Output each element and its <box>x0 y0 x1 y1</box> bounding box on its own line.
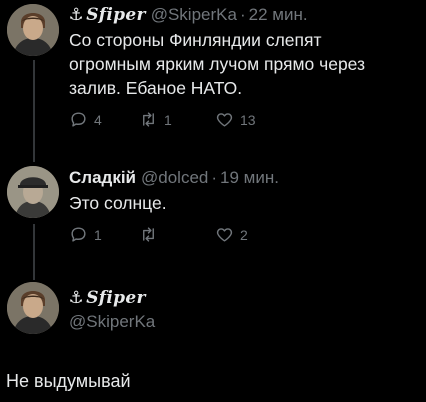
avatar[interactable] <box>7 4 59 56</box>
anchor-icon: ⚓ <box>69 5 84 25</box>
separator-dot: · <box>239 5 246 24</box>
retweet-icon <box>143 112 154 127</box>
display-name: Sfiper <box>86 288 146 308</box>
like-button[interactable]: 13 <box>215 110 256 129</box>
author-handle[interactable]: @SkiperKa <box>151 4 237 26</box>
reply-button[interactable]: 4 <box>69 110 139 129</box>
author-handle[interactable]: @dolced <box>141 167 208 189</box>
reply-text: Не выдумывай <box>6 371 131 391</box>
retweet-button[interactable]: 1 <box>139 110 215 129</box>
action-bar: 4 1 13 <box>69 110 422 129</box>
reply-icon <box>71 112 86 127</box>
like-button[interactable]: 2 <box>215 225 248 244</box>
timestamp[interactable]: 19 мин. <box>220 167 279 189</box>
tweet-header: ⚓ Sfiper @SkiperKa · 22 мин. <box>69 4 422 26</box>
thread-line-1 <box>33 60 35 162</box>
display-name: Sfiper <box>86 5 146 25</box>
reply-profile[interactable]: ⚓ Sfiper @SkiperKa <box>69 287 422 333</box>
portrait-avatar-image <box>7 282 59 334</box>
portrait-avatar-image <box>7 4 59 56</box>
avatar[interactable] <box>7 282 59 334</box>
author-name[interactable]: ⚓ Sfiper <box>69 4 146 26</box>
author-name[interactable]: Сладкій <box>69 167 136 189</box>
tweet-2[interactable]: Сладкій @dolced · 19 мин. Это солнце. 1 … <box>69 167 422 244</box>
thread-line-2 <box>33 224 35 280</box>
reply-count: 1 <box>94 226 102 243</box>
separator-dot: · <box>211 168 218 187</box>
retweet-icon <box>143 227 154 242</box>
author-handle[interactable]: @SkiperKa <box>69 311 422 333</box>
like-icon <box>216 228 233 242</box>
profile-header: ⚓ Sfiper <box>69 287 422 309</box>
like-count: 13 <box>240 111 256 128</box>
tweet-1[interactable]: ⚓ Sfiper @SkiperKa · 22 мин. Со стороны Ф… <box>69 4 422 129</box>
action-bar: 1 2 <box>69 225 422 244</box>
like-icon <box>216 113 233 127</box>
like-count: 2 <box>240 226 248 243</box>
tweet-header: Сладкій @dolced · 19 мин. <box>69 167 422 189</box>
tweet-text: Со стороны Финляндии слепят огромным ярк… <box>69 30 366 98</box>
timestamp[interactable]: 22 мин. <box>249 4 308 26</box>
retweet-button[interactable] <box>139 225 215 244</box>
portrait-avatar-image <box>7 166 59 218</box>
reply-button[interactable]: 1 <box>69 225 139 244</box>
avatar[interactable] <box>7 166 59 218</box>
author-name[interactable]: ⚓ Sfiper <box>69 287 146 309</box>
reply-count: 4 <box>94 111 102 128</box>
anchor-icon: ⚓ <box>69 288 84 308</box>
retweet-count: 1 <box>164 111 172 128</box>
reply-icon <box>71 227 86 242</box>
tweet-text: Это солнце. <box>69 193 167 213</box>
